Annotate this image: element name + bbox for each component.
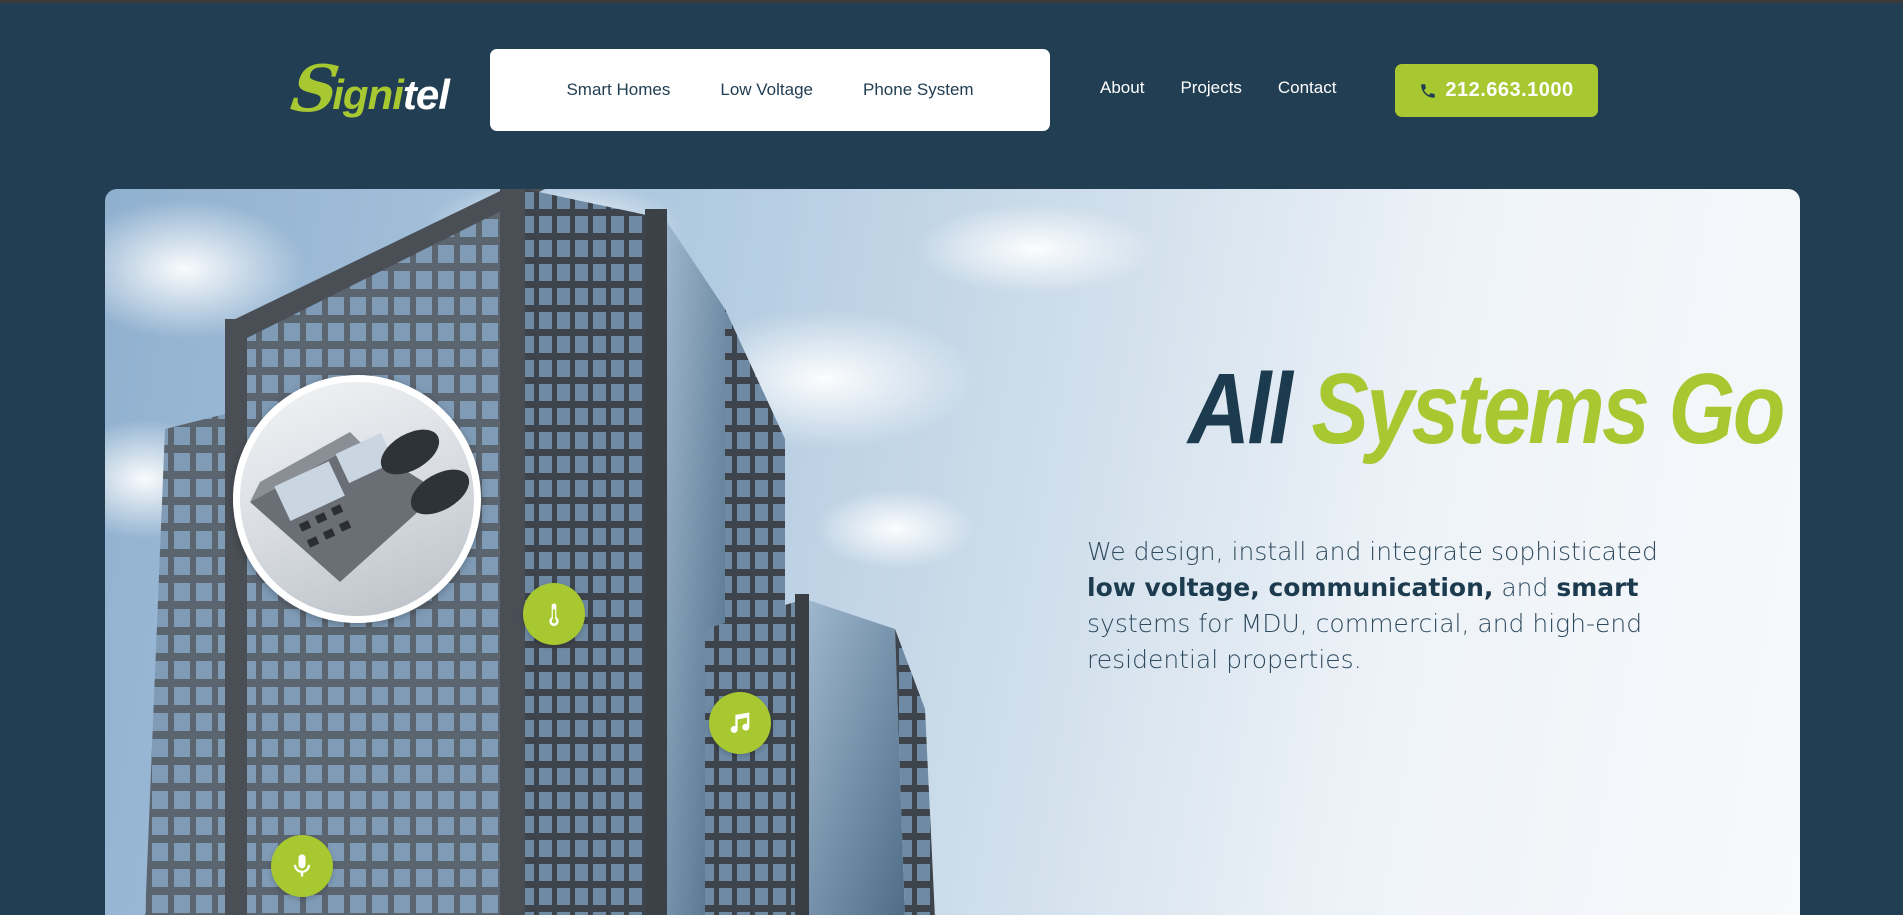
phone-number: 212.663.1000 [1445, 79, 1574, 101]
nav-low-voltage[interactable]: Low Voltage [720, 80, 813, 100]
phone-icon [1421, 83, 1436, 98]
music-icon [730, 712, 750, 733]
nav-phone-system[interactable]: Phone System [863, 80, 974, 100]
voice-feature-button[interactable] [271, 835, 333, 897]
desk-phones-image [250, 429, 470, 582]
logo-wordmark: ignitel [332, 71, 450, 118]
phone-system-photo [233, 375, 481, 623]
nav-smart-homes[interactable]: Smart Homes [566, 80, 670, 100]
logo-mark: S [286, 52, 344, 127]
thermostat-feature-button[interactable] [523, 583, 585, 645]
audio-feature-button[interactable] [709, 692, 771, 754]
primary-nav: Smart Homes Low Voltage Phone System [490, 49, 1050, 131]
nav-contact[interactable]: Contact [1278, 78, 1337, 98]
thermometer-icon [549, 603, 559, 626]
hero-headline: All Systems Go [1188, 353, 1785, 465]
phone-call-button[interactable]: 212.663.1000 [1395, 64, 1598, 117]
microphone-icon [293, 854, 311, 877]
hero-section: All Systems Go We design, install and in… [105, 189, 1800, 915]
nav-projects[interactable]: Projects [1180, 78, 1241, 98]
signitel-logo[interactable]: S ignitel [287, 52, 450, 127]
secondary-nav: About Projects Contact [1100, 78, 1336, 98]
hero-description: We design, install and integrate sophist… [1087, 537, 1658, 674]
nav-about[interactable]: About [1100, 78, 1144, 98]
